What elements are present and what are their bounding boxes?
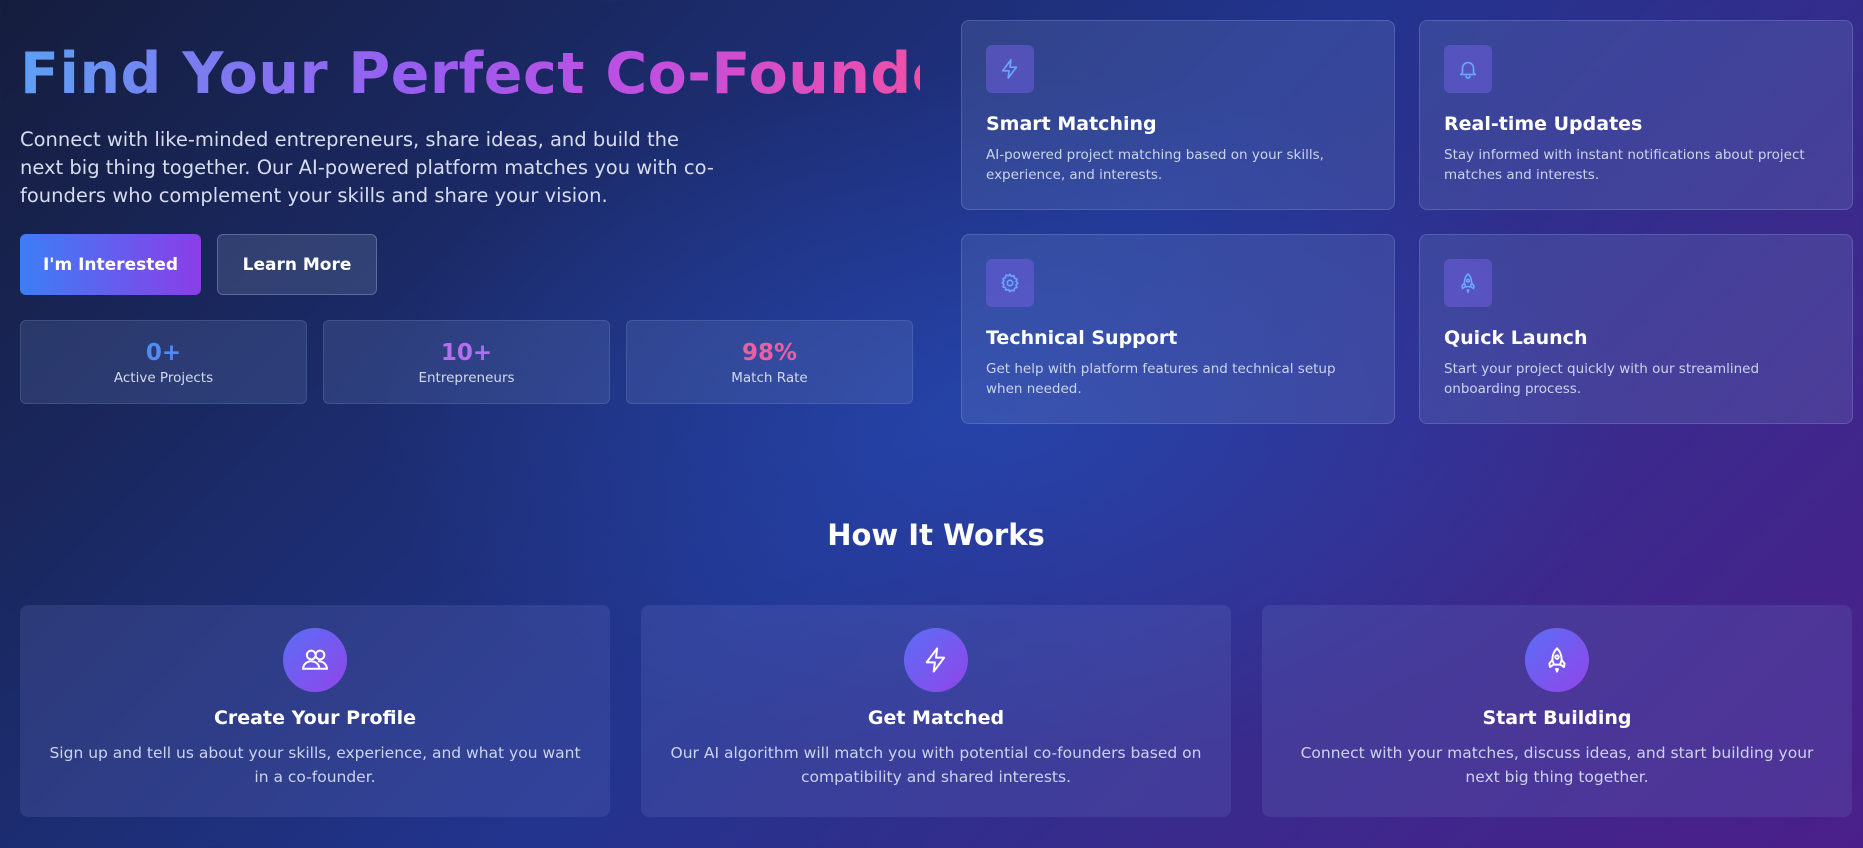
step-description: Connect with your matches, discuss ideas… (1300, 744, 1814, 786)
stat-value: 0+ (145, 340, 182, 366)
step-title: Start Building (1482, 707, 1632, 729)
users-icon (283, 628, 347, 692)
step-description: Sign up and tell us about your skills, e… (49, 744, 581, 786)
feature-title: Real-time Updates (1444, 113, 1643, 135)
stat-label: Match Rate (731, 370, 808, 386)
stats-row: 0+ Active Projects 10+ Entrepreneurs 98%… (20, 320, 913, 404)
rocket-icon (1444, 259, 1492, 307)
step-card-get-matched: Get Matched Our AI algorithm will match … (641, 605, 1231, 817)
feature-description: Start your project quickly with our stre… (1444, 361, 1760, 397)
step-title: Get Matched (867, 707, 1005, 729)
stat-match-rate: 98% Match Rate (626, 320, 913, 404)
step-title: Create Your Profile (213, 707, 416, 729)
stat-entrepreneurs: 10+ Entrepreneurs (323, 320, 610, 404)
rocket-icon (1525, 628, 1589, 692)
how-it-works-title: How It Works (827, 518, 1045, 552)
feature-title: Technical Support (986, 327, 1178, 349)
feature-title: Quick Launch (1444, 327, 1588, 349)
learn-more-button[interactable]: Learn More (217, 234, 377, 295)
feature-description: Get help with platform features and tech… (986, 361, 1336, 397)
hero-title: Find Your Perfect Co-Founder (20, 34, 979, 114)
feature-description: Stay informed with instant notifications… (1444, 147, 1805, 183)
step-card-start-building: Start Building Connect with your matches… (1262, 605, 1852, 817)
feature-title: Smart Matching (986, 113, 1157, 135)
feature-card-quick-launch[interactable]: Quick Launch Start your project quickly … (1419, 234, 1853, 424)
im-interested-button[interactable]: I'm Interested (20, 234, 201, 295)
lightning-icon (986, 45, 1034, 93)
stat-active-projects: 0+ Active Projects (20, 320, 307, 404)
stat-value: 98% (741, 340, 798, 366)
feature-description: AI-powered project matching based on you… (986, 147, 1324, 183)
hero-description: Connect with like-minded entrepreneurs, … (20, 128, 714, 207)
stat-label: Entrepreneurs (418, 370, 515, 386)
lightning-icon (904, 628, 968, 692)
gear-icon (986, 259, 1034, 307)
feature-card-smart-matching[interactable]: Smart Matching AI-powered project matchi… (961, 20, 1395, 210)
hero-buttons: I'm Interested Learn More (20, 234, 920, 295)
hero-section: Find Your Perfect Co-Founder Connect wit… (20, 34, 979, 295)
bell-icon (1444, 45, 1492, 93)
step-card-create-profile: Create Your Profile Sign up and tell us … (20, 605, 610, 817)
step-description: Our AI algorithm will match you with pot… (670, 744, 1202, 786)
feature-card-technical-support[interactable]: Technical Support Get help with platform… (961, 234, 1395, 424)
stat-value: 10+ (440, 340, 493, 366)
feature-card-real-time-updates[interactable]: Real-time Updates Stay informed with ins… (1419, 20, 1853, 210)
stat-label: Active Projects (113, 370, 214, 386)
